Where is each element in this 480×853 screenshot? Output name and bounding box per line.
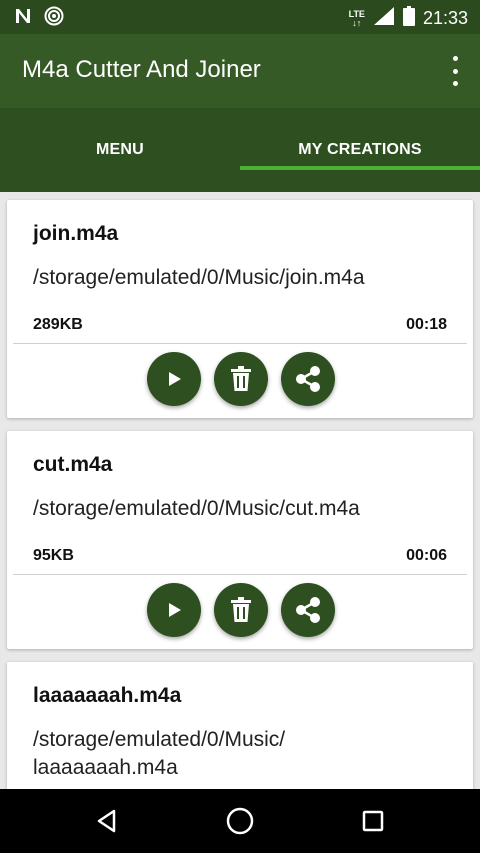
file-duration: 00:18: [406, 316, 447, 333]
back-icon: [97, 809, 116, 833]
file-name: cut.m4a: [33, 453, 113, 476]
overflow-menu-icon[interactable]: [450, 56, 460, 86]
signal-icon: [373, 6, 395, 31]
share-button[interactable]: [281, 352, 335, 406]
list-item: cut.m4a /storage/emulated/0/Music/cut.m4…: [7, 431, 473, 649]
tab-bar: MENU MY CREATIONS: [0, 108, 480, 192]
file-name: laaaaaaah.m4a: [33, 684, 182, 707]
play-icon: [169, 372, 181, 386]
file-size: 95KB: [33, 547, 74, 564]
status-time: 21:33: [422, 8, 468, 28]
tab-indicator: [240, 166, 480, 170]
file-name: join.m4a: [33, 222, 119, 245]
file-duration: 00:06: [406, 547, 447, 564]
recents-button[interactable]: [355, 803, 391, 839]
share-icon: [296, 366, 320, 392]
lte-indicator: LTE ↓↑: [348, 8, 365, 28]
share-icon: [296, 597, 320, 623]
file-path: /storage/emulated/0/Music/cut.m4a: [33, 497, 360, 520]
tab-menu[interactable]: MENU: [0, 108, 240, 192]
play-button[interactable]: [147, 583, 201, 637]
system-nav-bar: [0, 789, 480, 853]
list-item: laaaaaaah.m4a /storage/emulated/0/Music/…: [7, 662, 473, 789]
file-path: /storage/emulated/0/Music/ laaaaaaah.m4a: [33, 728, 286, 779]
recents-icon: [362, 810, 384, 832]
creations-list[interactable]: join.m4a /storage/emulated/0/Music/join.…: [0, 192, 480, 789]
divider: [13, 574, 467, 575]
tab-my-creations[interactable]: MY CREATIONS: [240, 108, 480, 192]
home-icon: [226, 807, 254, 835]
trash-icon: [231, 597, 251, 622]
trash-icon: [231, 366, 251, 391]
share-button[interactable]: [281, 583, 335, 637]
hotspot-icon: [44, 6, 64, 31]
file-size: 289KB: [33, 316, 83, 333]
delete-button[interactable]: [214, 583, 268, 637]
play-icon: [169, 603, 181, 617]
status-bar: LTE ↓↑ 21:33: [0, 0, 480, 34]
battery-icon: [402, 6, 415, 31]
list-item: join.m4a /storage/emulated/0/Music/join.…: [7, 200, 473, 418]
play-button[interactable]: [147, 352, 201, 406]
divider: [13, 343, 467, 344]
app-bar: M4a Cutter And Joiner: [0, 34, 480, 108]
delete-button[interactable]: [214, 352, 268, 406]
home-button[interactable]: [222, 803, 258, 839]
app-title: M4a Cutter And Joiner: [22, 56, 261, 83]
back-button[interactable]: [89, 803, 125, 839]
notification-n-icon: [14, 7, 32, 30]
file-path: /storage/emulated/0/Music/join.m4a: [33, 266, 365, 289]
